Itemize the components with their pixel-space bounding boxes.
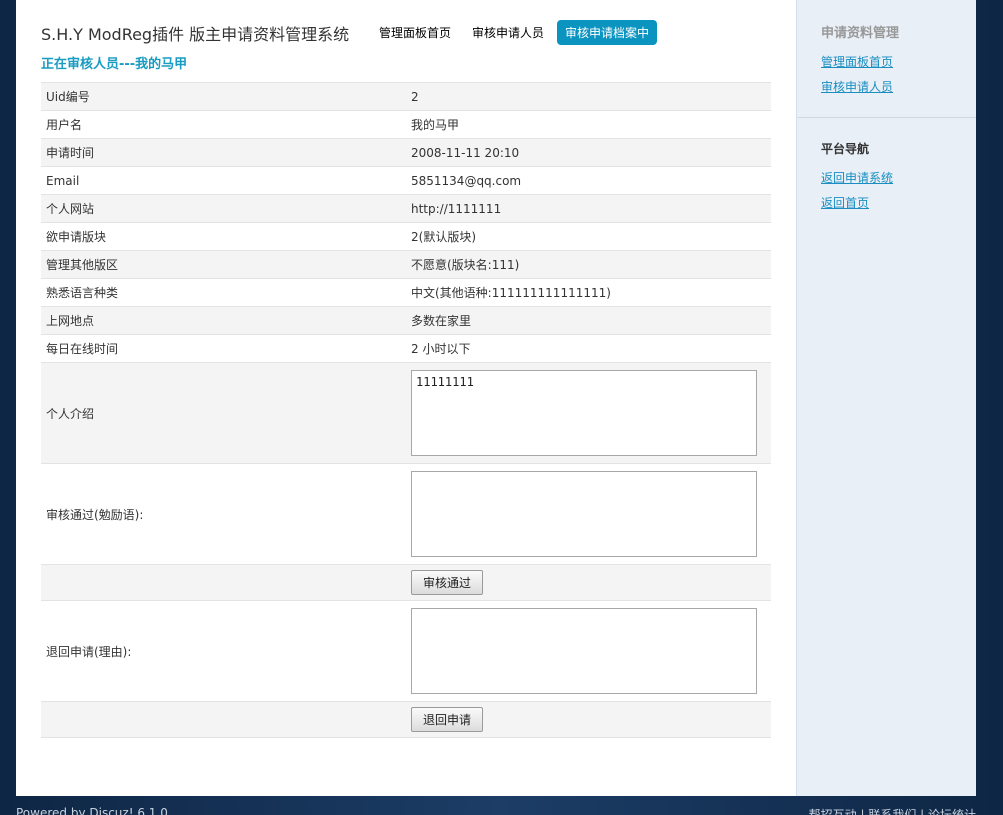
- row-value-forum: 2(默认版块): [406, 222, 771, 251]
- intro-cell: 11111111: [406, 362, 771, 464]
- table-row: 个人网站 http://1111111: [41, 194, 771, 223]
- footer-copyright: Powered by Discuz! 6.1.0: [16, 806, 168, 815]
- approve-button[interactable]: 审核通过: [411, 570, 484, 595]
- approve-comment-label: 审核通过(勉励语):: [41, 463, 406, 565]
- approve-button-cell: 审核通过: [406, 564, 771, 601]
- tab-review-applicants[interactable]: 审核申请人员: [464, 20, 552, 45]
- footer-links[interactable]: 帮招互动 | 联系我们 | 论坛统计: [809, 806, 976, 815]
- table-row: 用户名 我的马甲: [41, 110, 771, 139]
- table-row: Email 5851134@qq.com: [41, 166, 771, 195]
- row-label-online-time: 每日在线时间: [41, 334, 406, 363]
- table-row: 熟悉语言种类 中文(其他语种:111111111111111): [41, 278, 771, 307]
- empty-cell: [41, 701, 406, 738]
- reject-reason-textarea[interactable]: [411, 608, 757, 694]
- table-row: 个人介绍 11111111: [41, 362, 771, 464]
- row-label-username: 用户名: [41, 110, 406, 139]
- sidebar-link-admin-home[interactable]: 管理面板首页: [821, 53, 952, 70]
- table-row: 上网地点 多数在家里: [41, 306, 771, 335]
- row-label-languages: 熟悉语言种类: [41, 278, 406, 307]
- table-row: 退回申请(理由):: [41, 600, 771, 702]
- table-row: Uid编号 2: [41, 82, 771, 111]
- sidebar: 申请资料管理 管理面板首页 审核申请人员 平台导航 返回申请系统 返回首页: [796, 0, 976, 796]
- sidebar-link-review-applicants[interactable]: 审核申请人员: [821, 78, 952, 95]
- sidebar-section-manage: 申请资料管理 管理面板首页 审核申请人员: [797, 0, 976, 117]
- approve-comment-textarea[interactable]: [411, 471, 757, 557]
- tab-reviewing-archive[interactable]: 审核申请档案中: [557, 20, 658, 45]
- table-row: 审核通过: [41, 564, 771, 601]
- reject-reason-label: 退回申请(理由):: [41, 600, 406, 702]
- reject-button-cell: 退回申请: [406, 701, 771, 738]
- sidebar-link-home[interactable]: 返回首页: [821, 194, 952, 211]
- row-value-languages: 中文(其他语种:111111111111111): [406, 278, 771, 307]
- top-nav: 管理面板首页 审核申请人员 审核申请档案中: [371, 20, 662, 45]
- row-value-other-forums: 不愿意(版块名:111): [406, 250, 771, 279]
- row-label-forum: 欲申请版块: [41, 222, 406, 251]
- approve-comment-cell: [406, 463, 771, 565]
- table-row: 申请时间 2008-11-11 20:10: [41, 138, 771, 167]
- table-row: 每日在线时间 2 小时以下: [41, 334, 771, 363]
- sidebar-section-nav: 平台导航 返回申请系统 返回首页: [797, 117, 976, 233]
- row-label-email: Email: [41, 166, 406, 195]
- table-row: 欲申请版块 2(默认版块): [41, 222, 771, 251]
- row-label-location: 上网地点: [41, 306, 406, 335]
- reject-button[interactable]: 退回申请: [411, 707, 484, 732]
- row-label-apply-time: 申请时间: [41, 138, 406, 167]
- footer: Powered by Discuz! 6.1.0 帮招互动 | 联系我们 | 论…: [16, 806, 976, 815]
- page-container: S.H.Y ModReg插件 版主申请资料管理系统 管理面板首页 审核申请人员 …: [16, 0, 976, 796]
- empty-cell: [41, 564, 406, 601]
- main-panel: S.H.Y ModReg插件 版主申请资料管理系统 管理面板首页 审核申请人员 …: [16, 0, 796, 796]
- sidebar-heading-nav: 平台导航: [821, 142, 870, 156]
- row-label-website: 个人网站: [41, 194, 406, 223]
- row-value-email: 5851134@qq.com: [406, 166, 771, 195]
- tab-admin-home[interactable]: 管理面板首页: [371, 20, 459, 45]
- table-row: 管理其他版区 不愿意(版块名:111): [41, 250, 771, 279]
- reviewing-heading: 正在审核人员---我的马甲: [41, 57, 188, 72]
- row-label-uid: Uid编号: [41, 82, 406, 111]
- sidebar-heading-manage: 申请资料管理: [821, 26, 900, 41]
- sidebar-link-back-to-system[interactable]: 返回申请系统: [821, 169, 952, 186]
- row-value-apply-time: 2008-11-11 20:10: [406, 138, 771, 167]
- intro-label: 个人介绍: [41, 362, 406, 464]
- row-value-uid: 2: [406, 82, 771, 111]
- table-row: 退回申请: [41, 701, 771, 738]
- intro-textarea[interactable]: 11111111: [411, 370, 757, 456]
- app-title: S.H.Y ModReg插件 版主申请资料管理系统: [41, 25, 350, 44]
- row-value-website: http://1111111: [406, 194, 771, 223]
- row-value-username: 我的马甲: [406, 110, 771, 139]
- row-label-other-forums: 管理其他版区: [41, 250, 406, 279]
- reject-reason-cell: [406, 600, 771, 702]
- applicant-info-table: Uid编号 2 用户名 我的马甲 申请时间 2008-11-11 20:10 E…: [41, 82, 771, 738]
- row-value-online-time: 2 小时以下: [406, 334, 771, 363]
- row-value-location: 多数在家里: [406, 306, 771, 335]
- table-row: 审核通过(勉励语):: [41, 463, 771, 565]
